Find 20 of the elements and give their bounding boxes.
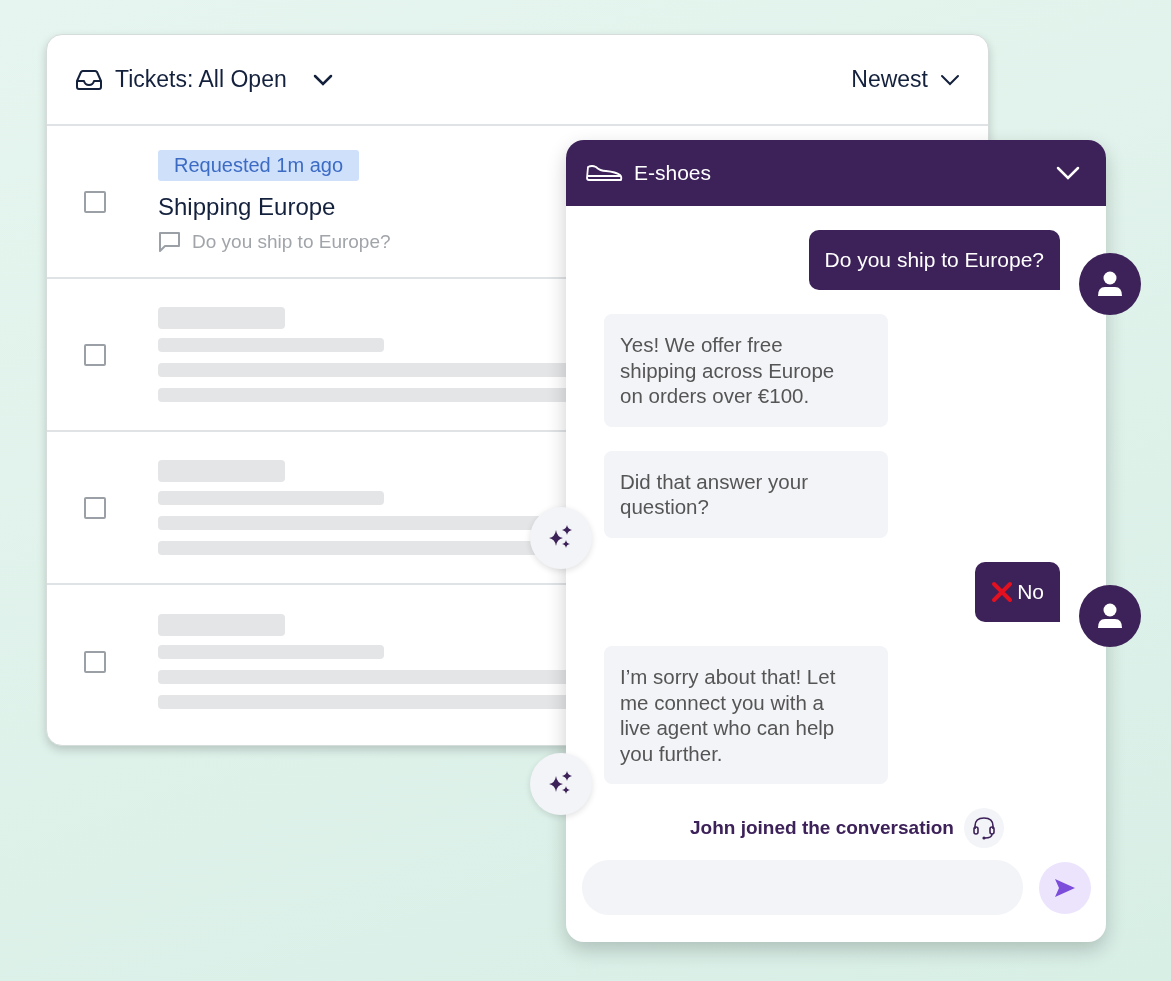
checkbox[interactable]: [84, 190, 106, 213]
status-badge: Requested 1m ago: [158, 150, 359, 181]
cross-icon: [991, 580, 1014, 603]
bot-message: Yes! We offer free shipping across Europe on orders over €100.: [604, 314, 888, 427]
send-button[interactable]: [1039, 861, 1091, 914]
send-icon: [1053, 876, 1077, 899]
shoe-icon: [586, 163, 624, 183]
chat-title: E-shoes: [634, 161, 712, 185]
event-message: John joined the conversation: [690, 817, 954, 840]
chat-bubble-icon: [158, 231, 182, 253]
chevron-down-icon[interactable]: [940, 73, 960, 86]
checkbox[interactable]: [84, 343, 106, 366]
inbox-icon: [75, 68, 103, 91]
chevron-down-icon[interactable]: [312, 73, 333, 86]
checkbox[interactable]: [84, 496, 106, 519]
checkbox[interactable]: [84, 650, 106, 673]
sort-label[interactable]: Newest: [851, 66, 928, 93]
ticket-preview: Do you ship to Europe?: [192, 231, 391, 253]
tickets-title: Tickets: All Open: [115, 66, 287, 93]
ticket-subject[interactable]: Shipping Europe: [158, 193, 336, 221]
